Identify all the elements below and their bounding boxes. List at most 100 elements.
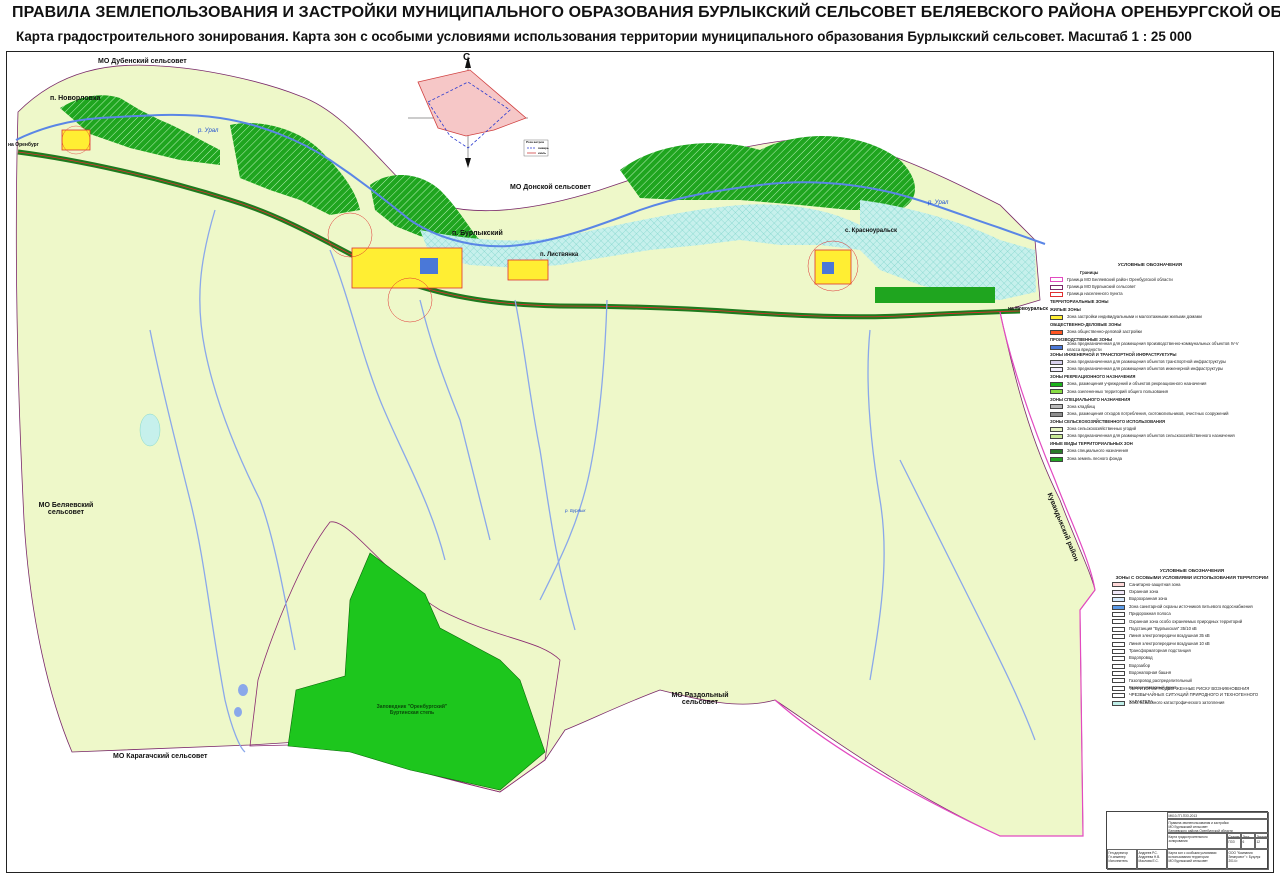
river-label: р. Урал [928,200,949,206]
legend-row: Зона, размещения учреждений и объектов р… [1050,381,1250,388]
stamp-org: Правила землепользования и застройки МО Б… [1167,819,1269,833]
road-label: на Оренбург [8,142,39,148]
legend-row: Санитарно-защитная зона [1112,581,1272,588]
legend-row: Линия электропередачи воздушная 10 кВ [1112,640,1272,647]
legend-row: Зона предназначенная для размещения прои… [1050,341,1250,352]
river-label: р. Бурлык [565,508,586,513]
legend-swatch [1112,641,1125,647]
legend-swatch [1112,656,1125,662]
river-label: р. Урал [198,128,219,134]
legend-swatch [1050,404,1063,410]
legend-row: Зона земель лесного фонда [1050,455,1250,462]
legend-swatch [1050,382,1063,388]
legend-swatch [1050,449,1063,455]
legend-swatch [1112,626,1125,632]
legend-section: ЗОНЫ СЕЛЬСКОХОЗЯЙСТВЕННОГО ИСПОЛЬЗОВАНИЯ [1050,419,1166,425]
neighbor-label: МО Беляевский сельсовет [38,502,94,516]
legend-swatch [1050,314,1063,320]
stamp-code: МК10-ГП-ПЗЗ-2013 [1167,812,1269,819]
stamp-sheet-sub: Карта зон с особыми условиями использован… [1167,849,1227,870]
legend-label: Зона общественно-деловой застройки [1067,328,1142,334]
wind-rose-legend-title: Роза ветров [526,140,545,144]
legend-row: Охранная зона [1112,589,1272,596]
legend-label: Водозабор [1129,662,1151,668]
legend-row: Граница населенного пункта [1050,291,1250,298]
legend-swatch [1050,367,1063,373]
legend-swatch [1050,434,1063,440]
legend-section: ИНЫЕ ВИДЫ ТЕРРИТОРИАЛЬНЫХ ЗОН [1050,441,1133,447]
legend-row: Водозабор [1112,662,1272,669]
legend-swatch [1050,426,1063,432]
legend-label: Зона, размещения отходов потребления, ск… [1067,411,1229,417]
legend-swatch [1112,597,1125,603]
legend-row: Граница МО Бурлыкский сельсовет [1050,284,1250,291]
legend-swatch [1050,359,1063,365]
lake [234,707,242,717]
legend-subtitle: ЗОНЫ С ОСОБЫМИ УСЛОВИЯМИ ИСПОЛЬЗОВАНИЯ Т… [1115,574,1269,580]
legend-label: Охранная зона [1129,588,1159,594]
legend-label: Линия электропередачи воздушная 10 кВ [1129,640,1210,646]
legend-swatch [1050,411,1063,417]
settlement-listvyanka[interactable] [507,259,549,281]
legend-swatch [1112,589,1125,595]
legend-swatch [1050,389,1063,395]
legend-swatch [1112,648,1125,654]
legend-row: Водопровод [1112,655,1272,662]
legend-row: Зона общественно-деловой застройки [1050,329,1250,336]
neighbor-label: МО Донской сельсовет [510,184,591,191]
legend-label: Газопровод распределительный [1129,677,1192,683]
reserve-label: Заповедник "Оренбургский" Буртинская сте… [376,704,448,716]
legend-label: Водонапорная башня [1129,670,1172,676]
legend-row: Зона предназначенная для размещения объе… [1050,359,1250,366]
legend-label: Водоохранная зона [1129,596,1168,602]
legend-label: Зона земель лесного фонда [1067,455,1123,461]
legend-row: Зона специального назначения [1050,448,1250,455]
legend-swatch [1050,292,1063,298]
legend-swatch [1112,678,1125,684]
legend-swatch [1112,611,1125,617]
legend-row: Зона кладбищ [1050,403,1250,410]
legend-row: Придорожная полоса [1112,611,1272,618]
neighbor-label: МО Дубенский сельсовет [98,58,187,65]
legend-row: ТЕРРИТОРИИ ПОДВЕРЖЕННЫЕ РИСКУ ВОЗНИКНОВЕ… [1112,686,1272,704]
legend-title: УСЛОВНЫЕ ОБОЗНАЧЕНИЯ [1159,568,1225,573]
legend-section: ОБЩЕСТВЕННО-ДЕЛОВЫЕ ЗОНЫ [1050,321,1122,327]
legend-label: Зона, размещения учреждений и объектов р… [1067,381,1207,387]
legend-label: Зона сельскохозяйственных угодий [1067,426,1136,432]
legend-label: Зона предназначенная для размещения объе… [1067,366,1224,372]
wind-rose-legend-item: июль [538,151,547,155]
legend-row: Зона, размещения отходов потребления, ск… [1050,411,1250,418]
settlement-novorlovka[interactable] [61,125,91,155]
legend-row: Зона санитарной охраны источников питьев… [1112,603,1272,610]
neighbor-label: МО Карагачский сельсовет [113,753,208,760]
legend-swatch [1112,582,1125,588]
legend-swatch [1112,671,1125,677]
legend-label: Зона предназначенная для размещения объе… [1067,358,1227,364]
forest-block-east [875,287,995,303]
legend-label: Граница МО Бурлыкский сельсовет [1067,283,1136,289]
legend-swatch [1112,634,1125,640]
legend-label: Граница населенного пункта [1067,291,1123,297]
legend-row: Газопровод распределительный [1112,677,1272,684]
lake [238,684,248,696]
legend-section: ТЕРРИТОРИАЛЬНЫЕ ЗОНЫ [1050,299,1109,305]
legend-swatch [1112,700,1125,706]
legend-swatch [1112,604,1125,610]
compass-north-label: С [463,52,471,63]
legend-label: Охранная зона особо охраняемых природных… [1129,618,1243,624]
settlement-label: п. Листвянка [540,252,579,258]
restrictions-legend: УСЛОВНЫЕ ОБОЗНАЧЕНИЯ ЗОНЫ С ОСОБЫМИ УСЛО… [1112,568,1272,707]
settlement-label: п. Бурлыкский [452,230,503,237]
legend-label: Граница МО Беляевский район Оренбургской… [1067,276,1173,282]
settlement-label: с. Красноуральск [845,228,897,234]
wind-rose-legend-item: январь [538,146,549,150]
wind-rose [408,56,528,168]
legend-section: ЗОНЫ РЕКРЕАЦИОННОГО НАЗНАЧЕНИЯ [1050,374,1136,380]
legend-row: Линия электропередачи воздушная 35 кВ [1112,633,1272,640]
legend-label: Зона застройки индивидуальными и малоэта… [1067,313,1202,319]
legend-title: УСЛОВНЫЕ ОБОЗНАЧЕНИЯ [1117,262,1183,267]
forest-zone-east [620,136,915,210]
legend-section: ЗОНЫ СПЕЦИАЛЬНОГО НАЗНАЧЕНИЯ [1050,396,1131,402]
legend-swatch [1050,456,1063,462]
legend-label: Трансформаторная подстанция [1129,648,1191,654]
